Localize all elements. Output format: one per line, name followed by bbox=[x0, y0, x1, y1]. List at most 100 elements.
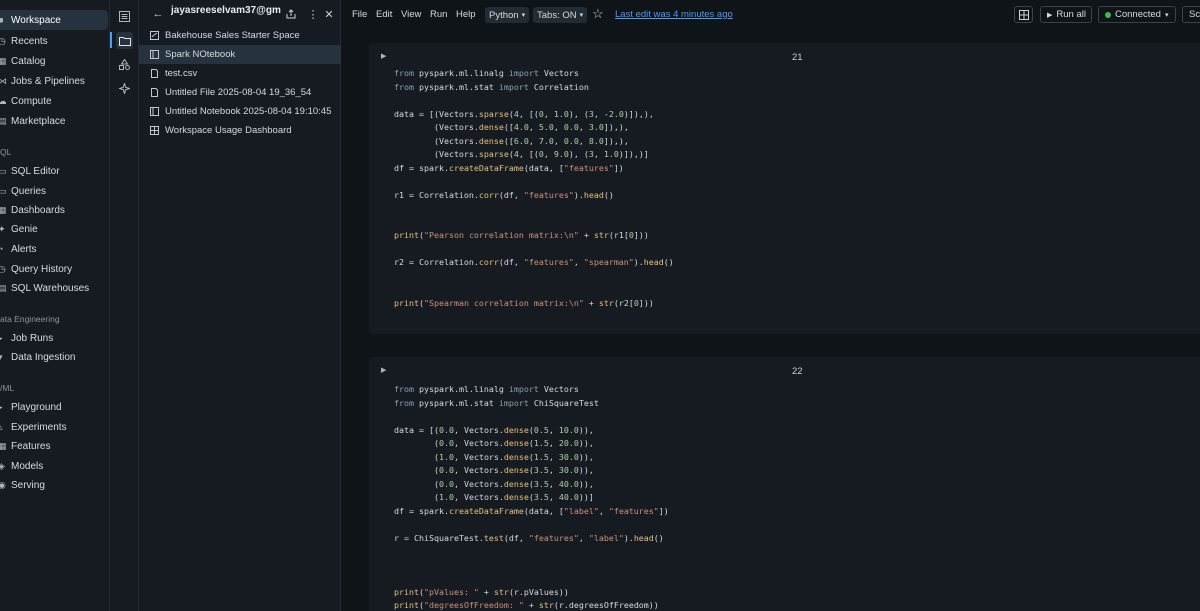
table-of-contents-icon[interactable] bbox=[116, 8, 133, 25]
notebook-icon bbox=[150, 107, 159, 116]
cell-number: 21 bbox=[792, 52, 803, 63]
file-label: test.csv bbox=[165, 68, 198, 79]
code-cell[interactable]: ▶ 22 from pyspark.ml.linalg import Vecto… bbox=[369, 357, 1200, 611]
space-icon bbox=[150, 31, 159, 40]
code-cell[interactable]: ▶ 21 from pyspark.ml.linalg import Vecto… bbox=[369, 43, 1200, 334]
nav-item-playground[interactable]: ▸ Playground bbox=[0, 397, 108, 417]
last-edit-link[interactable]: Last edit was 4 minutes ago bbox=[615, 9, 733, 20]
assistant-sparkle-icon[interactable] bbox=[116, 80, 133, 97]
code-editor[interactable]: from pyspark.ml.linalg import Vectors fro… bbox=[394, 383, 669, 611]
run-cell-icon[interactable]: ▶ bbox=[381, 366, 386, 374]
code-line: r1 = Correlation.corr(df, "features").he… bbox=[394, 189, 614, 200]
nav-label: Data Ingestion bbox=[11, 351, 76, 363]
menu-run[interactable]: Run bbox=[430, 9, 447, 20]
nav-label: SQL Editor bbox=[11, 165, 60, 177]
run-all-button[interactable]: ▶ Run all bbox=[1040, 6, 1092, 23]
chevron-down-icon: ▾ bbox=[1164, 11, 1169, 19]
run-cell-icon[interactable]: ▶ bbox=[381, 52, 386, 60]
code-line: data = [(Vectors.sparse(4, [(0, 1.0), (3… bbox=[394, 108, 654, 119]
code-line: r = ChiSquareTest.test(df, "features", "… bbox=[394, 532, 664, 543]
tabs-toggle[interactable]: Tabs: ON ▾ bbox=[533, 7, 588, 23]
nav-label: SQL Warehouses bbox=[11, 282, 90, 294]
layout-grid-icon[interactable] bbox=[1014, 6, 1033, 23]
menu-help[interactable]: Help bbox=[456, 9, 476, 20]
code-line: (0.0, Vectors.dense(3.5, 30.0)), bbox=[394, 465, 594, 475]
chevron-down-icon: ▾ bbox=[521, 12, 526, 19]
ingest-icon: ▾ bbox=[0, 353, 6, 361]
nav-label: Dashboards bbox=[11, 204, 65, 216]
file-label: Workspace Usage Dashboard bbox=[165, 125, 292, 136]
nav-item-catalog[interactable]: ▦ Catalog bbox=[0, 51, 108, 71]
nav-label: Models bbox=[11, 460, 44, 472]
nav-label: Queries bbox=[11, 185, 47, 197]
file-label: Untitled File 2025-08-04 19_36_54 bbox=[165, 87, 312, 98]
code-line: (Vectors.dense([6.0, 7.0, 0.0, 8.0]),), bbox=[394, 135, 629, 146]
close-icon[interactable]: ✕ bbox=[322, 6, 336, 22]
file-item-bakehouse[interactable]: Bakehouse Sales Starter Space bbox=[139, 26, 341, 45]
code-line: print("Pearson correlation matrix:\n" + … bbox=[394, 230, 649, 240]
file-item-untitled-notebook[interactable]: Untitled Notebook 2025-08-04 19:10:45 bbox=[139, 102, 341, 121]
cloud-icon: ☁ bbox=[0, 97, 6, 105]
nav-item-genie[interactable]: ✦ Genie bbox=[0, 219, 108, 239]
nav-item-marketplace[interactable]: ▤ Marketplace bbox=[0, 111, 108, 131]
nav-item-query-history[interactable]: ◷ Query History bbox=[0, 259, 108, 279]
back-arrow-icon[interactable]: ← bbox=[151, 6, 165, 22]
nav-label: Alerts bbox=[11, 243, 37, 255]
file-item-spark-notebook[interactable]: Spark NOtebook bbox=[139, 45, 341, 64]
nav-item-compute[interactable]: ☁ Compute bbox=[0, 91, 108, 111]
bell-icon: ◔ bbox=[0, 245, 6, 253]
nav-item-workspace[interactable]: ■ Workspace bbox=[0, 10, 108, 30]
nav-item-alerts[interactable]: ◔ Alerts bbox=[0, 239, 108, 259]
file-item-untitled-file[interactable]: Untitled File 2025-08-04 19_36_54 bbox=[139, 83, 341, 102]
run-all-label: Run all bbox=[1056, 9, 1086, 20]
star-icon[interactable]: ☆ bbox=[592, 6, 604, 22]
code-line: from pyspark.ml.stat import Correlation bbox=[394, 81, 589, 92]
nav-label: Workspace bbox=[11, 14, 61, 26]
file-item-test-csv[interactable]: test.csv bbox=[139, 64, 341, 83]
more-options-icon[interactable]: ⋮ bbox=[306, 6, 320, 22]
share-icon[interactable] bbox=[284, 6, 298, 22]
dashboard-icon bbox=[150, 126, 159, 135]
nav-item-queries[interactable]: ▭ Queries bbox=[0, 181, 108, 201]
nav-item-job-runs[interactable]: ▸ Job Runs bbox=[0, 328, 108, 348]
schedule-button[interactable]: Sch bbox=[1182, 6, 1200, 23]
menu-file[interactable]: File bbox=[352, 9, 367, 20]
nav-item-features[interactable]: ▦ Features bbox=[0, 436, 108, 456]
workspace-folder-icon[interactable] bbox=[116, 32, 133, 49]
nav-item-dashboards[interactable]: ▦ Dashboards bbox=[0, 200, 108, 220]
flask-icon: ▵ bbox=[0, 423, 6, 431]
language-select[interactable]: Python ▾ bbox=[485, 7, 530, 23]
nav-label: Playground bbox=[11, 401, 62, 413]
menu-edit[interactable]: Edit bbox=[376, 9, 392, 20]
catalog-icon: ▦ bbox=[0, 57, 6, 65]
nav-label: Marketplace bbox=[11, 115, 66, 127]
nav-item-sql-warehouses[interactable]: ▤ SQL Warehouses bbox=[0, 278, 108, 298]
store-icon: ▤ bbox=[0, 117, 6, 125]
nav-item-data-ingestion[interactable]: ▾ Data Ingestion bbox=[0, 347, 108, 367]
file-item-usage-dashboard[interactable]: Workspace Usage Dashboard bbox=[139, 121, 341, 140]
nav-item-experiments[interactable]: ▵ Experiments bbox=[0, 417, 108, 437]
code-editor[interactable]: from pyspark.ml.linalg import Vectors fro… bbox=[394, 67, 674, 310]
menu-view[interactable]: View bbox=[401, 9, 421, 20]
shapes-icon[interactable] bbox=[116, 56, 133, 73]
code-line: df = spark.createDataFrame(data, ["featu… bbox=[394, 162, 624, 173]
nav-item-jobs[interactable]: ⋈ Jobs & Pipelines bbox=[0, 71, 108, 91]
file-label: Untitled Notebook 2025-08-04 19:10:45 bbox=[165, 106, 332, 117]
code-line: (1.0, Vectors.dense(3.5, 40.0))] bbox=[394, 492, 594, 502]
nav-item-sql-editor[interactable]: ▭ SQL Editor bbox=[0, 161, 108, 181]
nav-item-models[interactable]: ◈ Models bbox=[0, 456, 108, 476]
nav-label: Query History bbox=[11, 263, 73, 275]
nav-label: Job Runs bbox=[11, 332, 54, 344]
tabs-label: Tabs: ON bbox=[537, 9, 577, 21]
compute-connection-button[interactable]: Connected ▾ bbox=[1098, 6, 1176, 23]
code-line: (Vectors.dense([4.0, 5.0, 0.0, 3.0]),), bbox=[394, 122, 629, 132]
nav-item-serving[interactable]: ◉ Serving bbox=[0, 475, 108, 495]
nav-item-recents[interactable]: ◷ Recents bbox=[0, 31, 108, 51]
